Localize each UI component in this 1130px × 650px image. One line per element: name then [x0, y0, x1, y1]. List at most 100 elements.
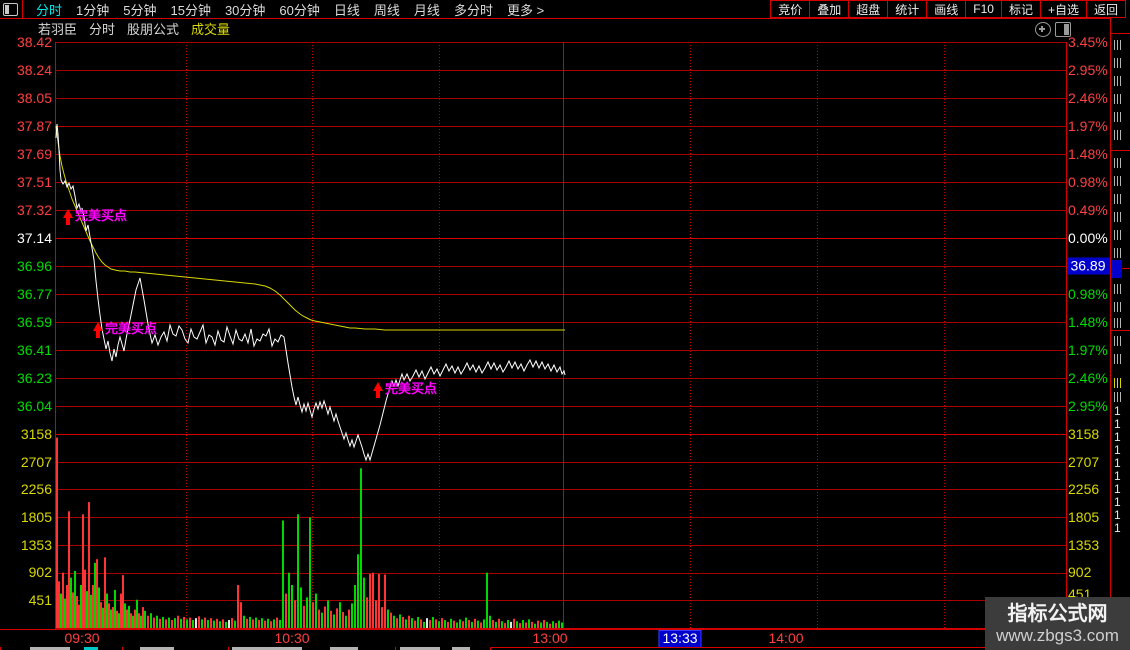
- volume-bar: [207, 620, 209, 628]
- chart-plot-area[interactable]: [55, 38, 1068, 630]
- volume-bar: [486, 572, 488, 628]
- volume-bar: [312, 602, 314, 628]
- volume-bar: [381, 607, 383, 628]
- volume-bar: [74, 570, 76, 628]
- menu-tab-5[interactable]: 60分钟: [279, 0, 319, 19]
- volume-bar: [222, 619, 224, 628]
- volume-bar: [246, 618, 248, 628]
- toolbar-button-0[interactable]: 竞价: [770, 0, 811, 18]
- toolbar-button-8[interactable]: 返回: [1085, 0, 1126, 18]
- volume-bar: [104, 557, 106, 628]
- volume-bar: [213, 620, 215, 628]
- price-label: 37.51: [16, 174, 52, 190]
- volume-bar: [489, 615, 491, 628]
- volume-bar: [234, 620, 236, 628]
- volume-bar: [150, 613, 152, 628]
- volume-bar: [363, 577, 365, 628]
- volume-bar: [116, 610, 118, 628]
- volume-bar: [276, 617, 278, 628]
- volume-bar: [504, 623, 506, 628]
- volume-bar: [447, 621, 449, 628]
- menu-tab-10[interactable]: 更多 >: [507, 0, 544, 19]
- toolbar-button-5[interactable]: F10: [965, 0, 1002, 18]
- volume-bar: [258, 620, 260, 628]
- percent-label: 2.95%: [1068, 398, 1108, 414]
- menu-tab-7[interactable]: 周线: [374, 0, 400, 19]
- volume-label: 902: [1068, 564, 1092, 580]
- indicator-label[interactable]: 成交量: [191, 19, 230, 38]
- volume-bar: [252, 619, 254, 628]
- volume-bar: [159, 618, 161, 628]
- volume-bar: [375, 600, 377, 628]
- volume-label: 2707: [1068, 454, 1100, 470]
- toolbar-button-1[interactable]: 叠加: [809, 0, 850, 18]
- chart-title-bar: 若羽臣 分时 股朋公式 成交量: [0, 19, 1110, 37]
- sidebar-digit: 1: [1114, 482, 1121, 496]
- menu-tab-4[interactable]: 30分钟: [225, 0, 265, 19]
- volume-bar: [165, 619, 167, 628]
- volume-bar: [273, 619, 275, 628]
- volume-bar: [122, 575, 124, 628]
- right-sidebar-strip[interactable]: 1111111111: [1110, 18, 1130, 647]
- toolbar-button-3[interactable]: 统计: [887, 0, 928, 18]
- volume-bar: [171, 620, 173, 628]
- volume-bar: [432, 616, 434, 628]
- volume-label: 1353: [1068, 537, 1100, 553]
- volume-bar: [507, 620, 509, 628]
- volume-bar: [183, 616, 185, 628]
- percent-label: 0.49%: [1068, 202, 1108, 218]
- volume-bar: [100, 602, 102, 628]
- volume-bar: [549, 623, 551, 628]
- volume-bar: [450, 618, 452, 628]
- menu-tab-6[interactable]: 日线: [334, 0, 360, 19]
- volume-bar: [84, 569, 86, 628]
- volume-bar: [510, 621, 512, 628]
- volume-bar: [300, 587, 302, 628]
- percent-label: 0.98%: [1068, 174, 1108, 190]
- volume-bar: [243, 615, 245, 628]
- volume-label: 1805: [20, 509, 52, 525]
- volume-bar: [108, 603, 110, 628]
- volume-bar: [471, 621, 473, 628]
- percent-label: 0.00%: [1068, 230, 1108, 246]
- toolbar-button-4[interactable]: 画线: [926, 0, 967, 18]
- volume-bar: [64, 598, 66, 628]
- menu-tab-8[interactable]: 月线: [414, 0, 440, 19]
- window-split-icon[interactable]: [3, 2, 18, 16]
- price-label: 37.14: [16, 230, 52, 246]
- volume-bar: [465, 617, 467, 628]
- add-panel-icon[interactable]: [1035, 22, 1051, 37]
- menu-tab-1[interactable]: 1分钟: [76, 0, 109, 19]
- volume-bar: [204, 617, 206, 628]
- toolbar-button-6[interactable]: 标记: [1000, 0, 1041, 18]
- percent-label: 2.46%: [1068, 90, 1108, 106]
- price-label: 36.23: [16, 370, 52, 386]
- volume-bar: [390, 612, 392, 628]
- volume-bar: [156, 615, 158, 628]
- volume-bar: [303, 605, 305, 628]
- volume-bar: [231, 618, 233, 628]
- volume-label: 2256: [1068, 481, 1100, 497]
- formula-label[interactable]: 股朋公式: [127, 19, 179, 38]
- volume-label: 2707: [20, 454, 52, 470]
- volume-bar: [128, 605, 130, 628]
- buy-point-marker-1: 完美买点: [93, 321, 157, 338]
- volume-bar: [495, 621, 497, 628]
- up-arrow-icon: [93, 322, 103, 338]
- toolbar-button-7[interactable]: +自选: [1039, 0, 1087, 18]
- volume-bar: [339, 602, 341, 628]
- menu-tab-2[interactable]: 5分钟: [123, 0, 156, 19]
- volume-bar: [140, 615, 142, 628]
- menu-tab-9[interactable]: 多分时: [454, 0, 493, 19]
- volume-bar: [534, 623, 536, 628]
- volume-bar: [531, 621, 533, 628]
- price-label: 36.04: [16, 398, 52, 414]
- toolbar-button-2[interactable]: 超盘: [848, 0, 889, 18]
- up-arrow-icon: [373, 382, 383, 398]
- volume-bar: [462, 621, 464, 628]
- menu-tab-3[interactable]: 15分钟: [170, 0, 210, 19]
- volume-bar: [318, 609, 320, 628]
- volume-bar: [552, 621, 554, 628]
- price-label: 37.32: [16, 202, 52, 218]
- menu-tab-0[interactable]: 分时: [36, 0, 62, 19]
